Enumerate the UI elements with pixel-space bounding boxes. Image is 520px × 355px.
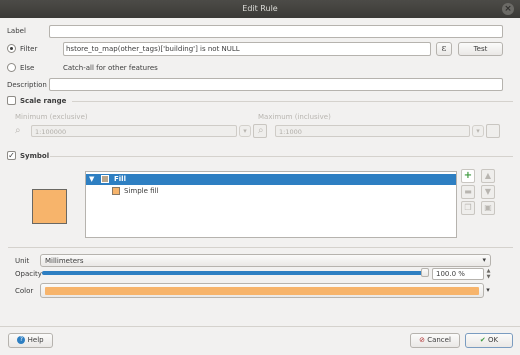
collapse-arrow-icon[interactable]: ▼: [89, 175, 94, 183]
maximum-scale-dropdown[interactable]: ▾: [472, 125, 484, 137]
ok-button[interactable]: ✔ OK: [465, 333, 513, 348]
symbol-layer-tree[interactable]: ▼ Fill Simple fill: [85, 171, 457, 238]
unit-dropdown-value: Millimeters: [45, 257, 84, 265]
tree-item-simple-fill[interactable]: Simple fill: [86, 186, 456, 197]
minimum-scale-input[interactable]: 1:100000: [31, 125, 237, 137]
add-symbol-layer-button[interactable]: +: [461, 169, 475, 183]
label-input[interactable]: [49, 25, 503, 38]
minimum-scale-label: Minimum (exclusive): [15, 113, 88, 121]
color-label: Color: [15, 287, 34, 295]
description-label: Description: [7, 81, 47, 89]
filter-label: Filter: [20, 45, 38, 53]
color-dropdown-arrow-icon[interactable]: ▾: [484, 283, 492, 298]
minimum-scale-dropdown[interactable]: ▾: [239, 125, 251, 137]
filter-radio[interactable]: [7, 44, 16, 53]
test-button[interactable]: Test: [458, 42, 503, 56]
zoom-out-icon: ⌕: [15, 125, 21, 136]
symbol-divider: [50, 156, 513, 157]
else-radio[interactable]: [7, 63, 16, 72]
color-button[interactable]: [40, 283, 484, 298]
cancel-button[interactable]: ⊘ Cancel: [410, 333, 460, 348]
help-label: Help: [27, 336, 44, 344]
tree-item-label: Fill: [114, 175, 126, 183]
symbol-checkbox[interactable]: ✓: [7, 151, 16, 160]
tree-item-fill[interactable]: ▼ Fill: [86, 174, 456, 185]
opacity-input[interactable]: 100.0 %: [432, 268, 484, 280]
fill-layer-icon: [101, 175, 109, 183]
help-icon: ?: [17, 336, 26, 344]
else-label: Else: [20, 64, 35, 72]
cancel-label: Cancel: [427, 336, 451, 344]
scale-range-label: Scale range: [20, 97, 67, 105]
lock-layer-button[interactable]: ▣: [481, 201, 495, 215]
move-down-button[interactable]: ▼: [481, 185, 495, 199]
properties-divider: [8, 247, 513, 248]
chevron-down-icon: ▾: [482, 256, 486, 264]
move-up-button[interactable]: ▲: [481, 169, 495, 183]
maximum-scale-label: Maximum (inclusive): [258, 113, 331, 121]
window-title: Edit Rule: [0, 0, 520, 18]
unit-label: Unit: [15, 257, 30, 265]
symbol-label: Symbol: [20, 152, 50, 160]
ok-checkmark-icon: ✔: [479, 336, 486, 344]
help-button[interactable]: ? Help: [8, 333, 53, 348]
remove-symbol-layer-button[interactable]: ▬: [461, 185, 475, 199]
maximum-scale-input[interactable]: 1:1000: [275, 125, 470, 137]
close-window-button[interactable]: ×: [502, 3, 514, 15]
label-field-label: Label: [7, 27, 26, 35]
maximum-scale-current-button[interactable]: [486, 124, 500, 138]
description-input[interactable]: [49, 78, 503, 91]
tree-item-label: Simple fill: [124, 187, 159, 195]
opacity-slider-fill: [42, 271, 428, 275]
scale-range-divider: [72, 101, 513, 102]
cancel-icon: ⊘: [419, 336, 425, 344]
color-swatch: [45, 287, 479, 295]
unit-dropdown[interactable]: Millimeters ▾: [40, 254, 491, 267]
filter-expression-input[interactable]: hstore_to_map(other_tags)['building'] is…: [63, 42, 431, 56]
scale-range-checkbox[interactable]: [7, 96, 16, 105]
opacity-spin-buttons[interactable]: ▲ ▼: [485, 268, 492, 280]
opacity-label: Opacity: [15, 270, 42, 278]
duplicate-symbol-layer-button[interactable]: ❐: [461, 201, 475, 215]
zoom-in-icon: ⌕: [258, 125, 264, 136]
simple-fill-icon: [112, 187, 120, 195]
else-description: Catch-all for other features: [63, 64, 158, 72]
opacity-slider-track[interactable]: [42, 271, 428, 275]
expression-builder-button[interactable]: ε: [436, 42, 452, 56]
footer-divider: [0, 326, 520, 327]
opacity-slider-handle[interactable]: [421, 268, 429, 277]
symbol-preview-swatch: [32, 189, 67, 224]
ok-label: OK: [488, 336, 499, 344]
